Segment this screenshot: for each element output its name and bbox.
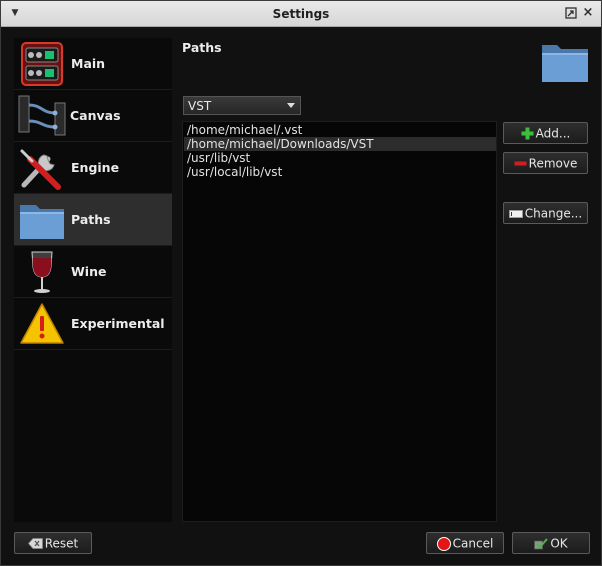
settings-sidebar: Main Canvas Engine Paths Wine Experiment… xyxy=(14,38,172,522)
minus-icon xyxy=(514,161,527,166)
sidebar-item-experimental[interactable]: Experimental xyxy=(14,298,172,350)
list-item[interactable]: /home/michael/Downloads/VST xyxy=(184,137,496,151)
close-icon[interactable]: × xyxy=(581,5,595,21)
change-path-button[interactable]: Change... xyxy=(503,202,588,224)
rename-field-icon xyxy=(508,209,523,218)
remove-path-button[interactable]: Remove xyxy=(503,152,588,174)
plugin-type-select[interactable]: VST xyxy=(183,96,301,115)
cancel-button[interactable]: Cancel xyxy=(426,532,504,554)
wine-glass-icon xyxy=(31,251,53,293)
title-bar: ▼ Settings × xyxy=(1,1,601,27)
sidebar-item-paths[interactable]: Paths xyxy=(14,194,172,246)
sidebar-item-label: Wine xyxy=(71,264,107,279)
chevron-down-icon xyxy=(287,103,295,108)
checkmark-icon xyxy=(534,537,549,549)
canvas-cables-icon xyxy=(18,95,66,136)
list-item[interactable]: /home/michael/.vst xyxy=(184,123,496,137)
ok-button[interactable]: OK xyxy=(512,532,590,554)
list-item[interactable]: /usr/local/lib/vst xyxy=(184,165,496,179)
sidebar-item-main[interactable]: Main xyxy=(14,38,172,90)
sidebar-item-label: Experimental xyxy=(71,316,165,331)
path-list[interactable]: /home/michael/.vst /home/michael/Downloa… xyxy=(182,121,497,522)
plus-icon xyxy=(521,127,534,140)
list-item[interactable]: /usr/lib/vst xyxy=(184,151,496,165)
reset-button[interactable]: Reset xyxy=(14,532,92,554)
sidebar-item-label: Main xyxy=(71,56,106,71)
sidebar-item-label: Paths xyxy=(71,212,111,227)
cancel-icon xyxy=(436,536,451,551)
sidebar-item-wine[interactable]: Wine xyxy=(14,246,172,298)
plugin-type-value: VST xyxy=(188,99,212,113)
clear-icon xyxy=(27,538,43,549)
add-path-button[interactable]: Add... xyxy=(503,122,588,144)
page-title: Paths xyxy=(182,40,222,55)
sidebar-item-label: Engine xyxy=(71,160,120,175)
settings-window: ▼ Settings × Main Canvas Engine Paths Wi… xyxy=(0,0,602,566)
engine-tools-icon xyxy=(20,149,61,190)
float-window-icon[interactable] xyxy=(565,7,577,19)
warning-icon xyxy=(20,303,64,344)
sidebar-item-engine[interactable]: Engine xyxy=(14,142,172,194)
folder-icon xyxy=(20,205,64,239)
folder-icon xyxy=(542,45,588,82)
window-title: Settings xyxy=(272,7,330,21)
sidebar-item-label: Canvas xyxy=(70,108,121,123)
sidebar-item-canvas[interactable]: Canvas xyxy=(14,90,172,142)
main-panel-icon xyxy=(21,42,63,86)
